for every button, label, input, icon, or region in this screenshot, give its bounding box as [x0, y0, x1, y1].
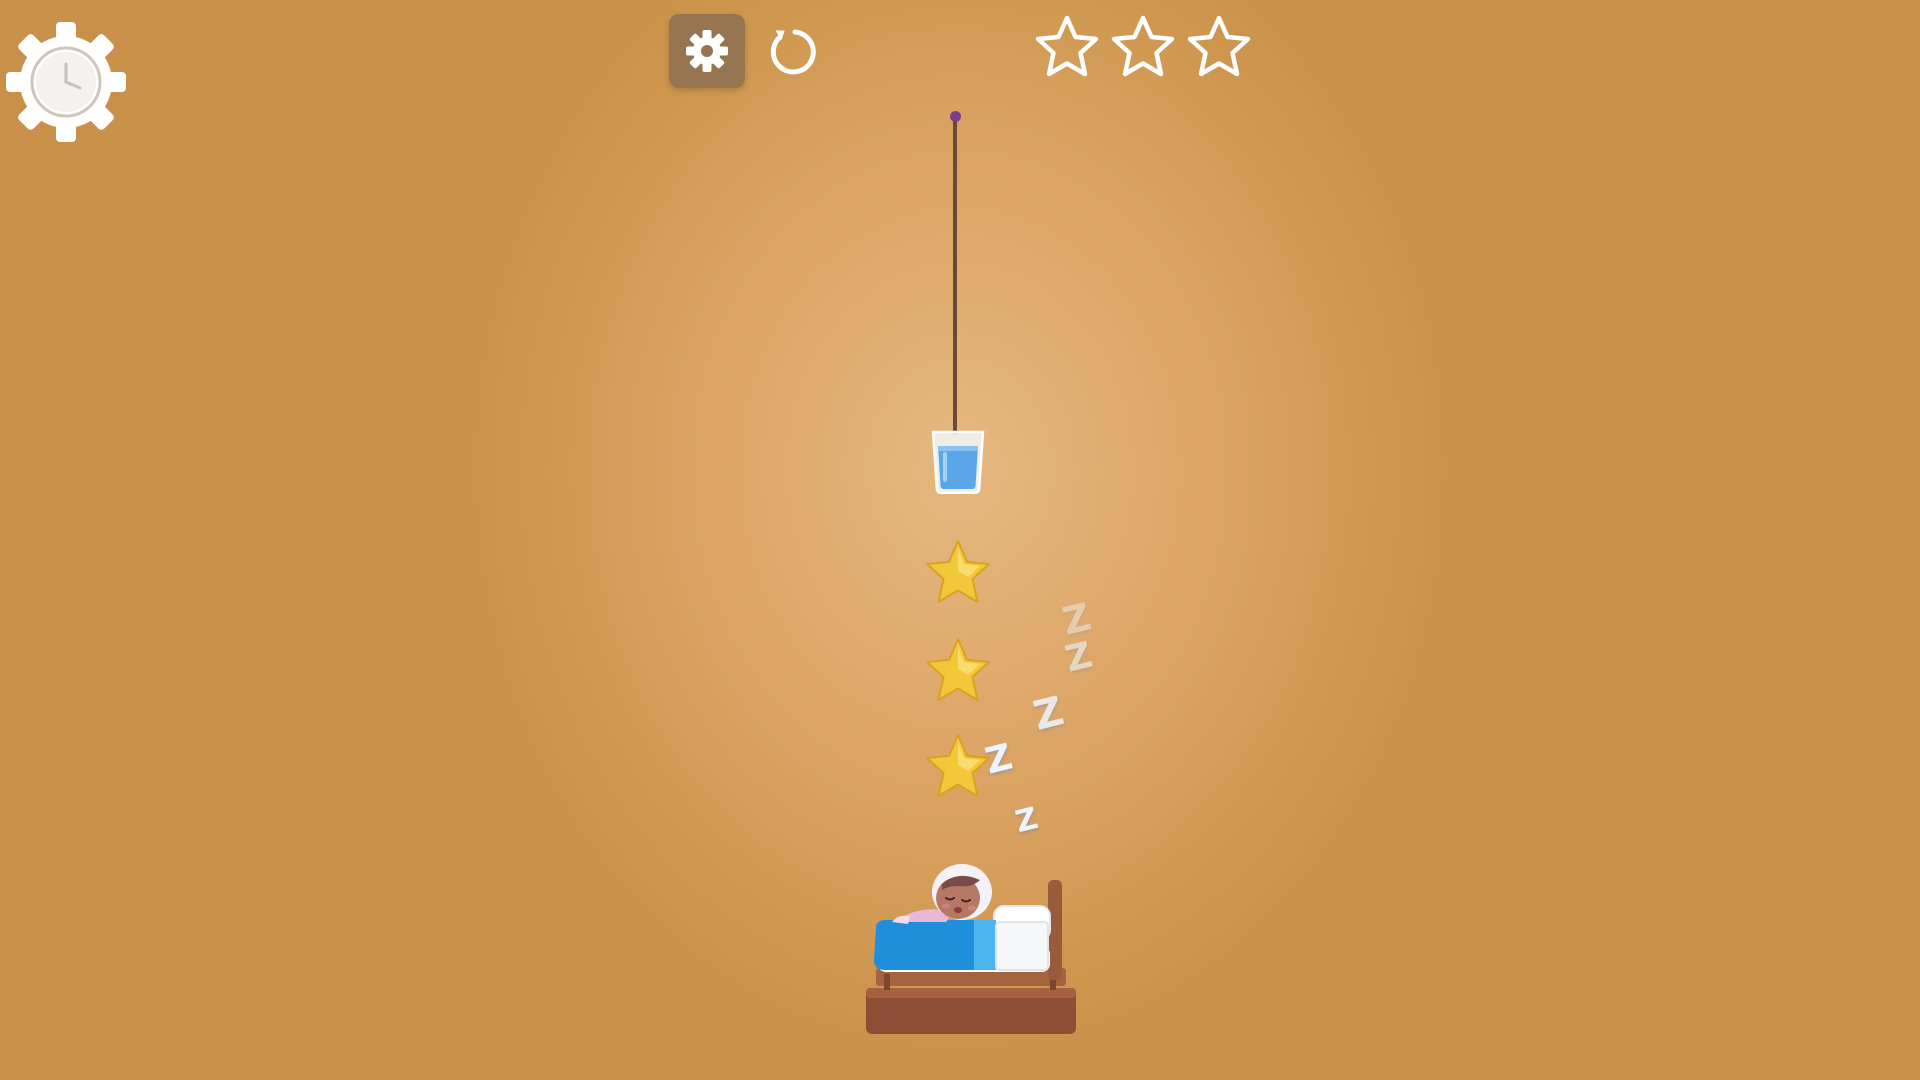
rope[interactable] [953, 115, 957, 435]
gear-icon [686, 30, 728, 72]
collectible-star [924, 636, 992, 706]
rating-star-1-icon [1033, 14, 1101, 80]
rating-star-2-icon [1109, 14, 1177, 80]
gear-clock-icon[interactable] [4, 20, 128, 144]
restart-icon [770, 29, 816, 75]
sleeping-character-in-bed [862, 850, 1082, 1038]
restart-button[interactable] [760, 20, 822, 82]
water-glass [930, 430, 986, 495]
settings-button[interactable] [669, 14, 745, 88]
sleep-z: Z [1011, 800, 1042, 841]
rope-anchor [950, 111, 961, 122]
sleep-z: Z [1028, 688, 1069, 740]
sleep-z: Z [1061, 634, 1097, 681]
rating-star-3-icon [1185, 14, 1253, 80]
sleep-z: Z [1058, 594, 1096, 644]
collectible-star [924, 538, 992, 608]
